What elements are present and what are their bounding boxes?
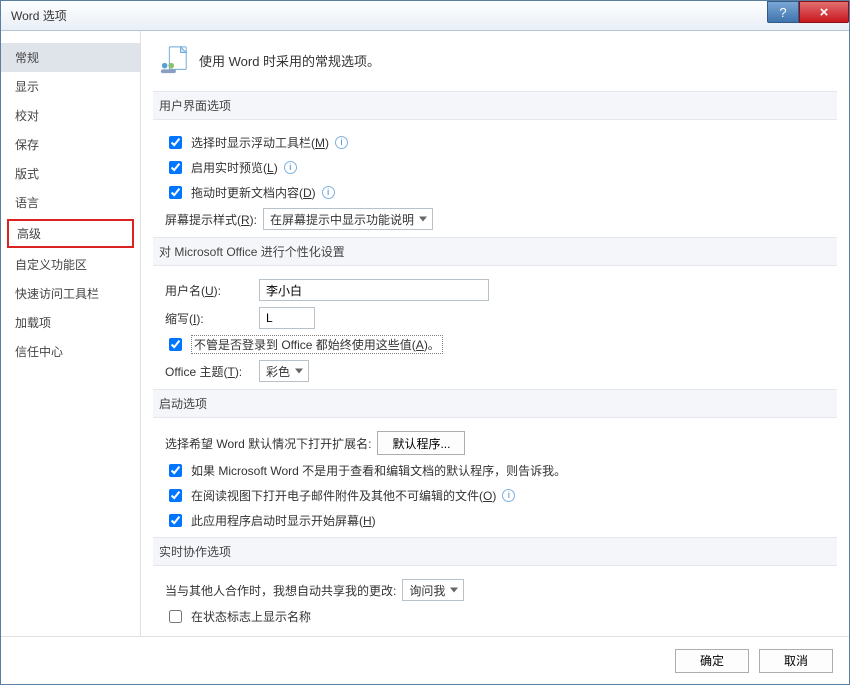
sidebar-item-trust-center[interactable]: 信任中心 (1, 337, 140, 366)
sidebar-item-proofing[interactable]: 校对 (1, 101, 140, 130)
sidebar-item-general[interactable]: 常规 (1, 43, 140, 72)
button-default-programs[interactable]: 默认程序... (377, 431, 465, 455)
dialog-footer: 确定 取消 (1, 636, 849, 684)
label-show-start: 此应用程序启动时显示开始屏幕(H) (191, 512, 376, 529)
main-panel: 使用 Word 时采用的常规选项。 用户界面选项 选择时显示浮动工具栏(M) i… (141, 31, 849, 636)
label-screentip-style: 屏幕提示样式(R): (165, 211, 257, 228)
dialog-body: 常规 显示 校对 保存 版式 语言 高级 自定义功能区 快速访问工具栏 加载项 … (1, 31, 849, 636)
combo-office-theme[interactable]: 彩色 (259, 360, 309, 382)
titlebar: Word 选项 ? × (1, 1, 849, 31)
checkbox-open-attachments[interactable] (169, 489, 182, 502)
checkbox-live-preview[interactable] (169, 161, 182, 174)
sidebar-item-save[interactable]: 保存 (1, 130, 140, 159)
close-button[interactable]: × (799, 1, 849, 23)
combo-share-changes[interactable]: 询问我 (402, 579, 464, 601)
sidebar-item-addins[interactable]: 加载项 (1, 308, 140, 337)
opt-show-start-screen: 此应用程序启动时显示开始屏幕(H) (159, 508, 831, 533)
sidebar-item-advanced[interactable]: 高级 (7, 219, 134, 248)
cancel-button[interactable]: 取消 (759, 649, 833, 673)
sidebar-item-display[interactable]: 显示 (1, 72, 140, 101)
panel-header: 使用 Word 时采用的常规选项。 (159, 41, 831, 87)
ok-button[interactable]: 确定 (675, 649, 749, 673)
checkbox-mini-toolbar[interactable] (169, 136, 182, 149)
field-default-extensions: 选择希望 Word 默认情况下打开扩展名: 默认程序... (159, 428, 831, 458)
sidebar-item-language[interactable]: 语言 (1, 188, 140, 217)
section-collab-title: 实时协作选项 (153, 537, 837, 566)
section-personalize-title: 对 Microsoft Office 进行个性化设置 (153, 237, 837, 266)
opt-open-attachments: 在阅读视图下打开电子邮件附件及其他不可编辑的文件(O) i (159, 483, 831, 508)
field-initials: 缩写(I): (159, 304, 831, 332)
opt-tell-default: 如果 Microsoft Word 不是用于查看和编辑文档的默认程序，则告诉我。 (159, 458, 831, 483)
options-dialog: Word 选项 ? × 常规 显示 校对 保存 版式 语言 高级 自定义功能区 … (0, 0, 850, 685)
checkbox-show-names[interactable] (169, 610, 182, 623)
field-username: 用户名(U): (159, 276, 831, 304)
opt-screentip-style: 屏幕提示样式(R): 在屏幕提示中显示功能说明 (159, 205, 831, 233)
label-username: 用户名(U): (165, 282, 253, 299)
info-icon[interactable]: i (284, 161, 297, 174)
label-mini-toolbar: 选择时显示浮动工具栏(M) (191, 134, 329, 151)
label-office-theme: Office 主题(T): (165, 363, 253, 380)
info-icon[interactable]: i (322, 186, 335, 199)
window-controls: ? × (767, 1, 849, 23)
info-icon[interactable]: i (502, 489, 515, 502)
label-default-ext: 选择希望 Word 默认情况下打开扩展名: (165, 435, 371, 452)
opt-show-names: 在状态标志上显示名称 (159, 604, 831, 629)
label-live-preview: 启用实时预览(L) (191, 159, 278, 176)
sidebar-item-layout[interactable]: 版式 (1, 159, 140, 188)
opt-update-on-drag: 拖动时更新文档内容(D) i (159, 180, 831, 205)
section-startup-title: 启动选项 (153, 389, 837, 418)
sidebar-item-customize-ribbon[interactable]: 自定义功能区 (1, 250, 140, 279)
input-initials[interactable] (259, 307, 315, 329)
checkbox-update-on-drag[interactable] (169, 186, 182, 199)
input-username[interactable] (259, 279, 489, 301)
label-update-on-drag: 拖动时更新文档内容(D) (191, 184, 316, 201)
general-options-icon (159, 45, 189, 75)
field-office-theme: Office 主题(T): 彩色 (159, 357, 831, 385)
label-share-changes: 当与其他人合作时，我想自动共享我的更改: (165, 582, 396, 599)
label-always-use: 不管是否登录到 Office 都始终使用这些值(A)。 (191, 335, 443, 354)
label-tell-default: 如果 Microsoft Word 不是用于查看和编辑文档的默认程序，则告诉我。 (191, 462, 566, 479)
field-share-changes: 当与其他人合作时，我想自动共享我的更改: 询问我 (159, 576, 831, 604)
checkbox-always-use[interactable] (169, 338, 182, 351)
checkbox-show-start[interactable] (169, 514, 182, 527)
help-button[interactable]: ? (767, 1, 799, 23)
opt-live-preview: 启用实时预览(L) i (159, 155, 831, 180)
opt-always-use-values: 不管是否登录到 Office 都始终使用这些值(A)。 (159, 332, 831, 357)
section-ui-title: 用户界面选项 (153, 91, 837, 120)
label-initials: 缩写(I): (165, 310, 253, 327)
opt-mini-toolbar: 选择时显示浮动工具栏(M) i (159, 130, 831, 155)
combo-screentip-style[interactable]: 在屏幕提示中显示功能说明 (263, 208, 433, 230)
label-show-names: 在状态标志上显示名称 (191, 608, 311, 625)
info-icon[interactable]: i (335, 136, 348, 149)
label-open-attachments: 在阅读视图下打开电子邮件附件及其他不可编辑的文件(O) (191, 487, 496, 504)
window-title: Word 选项 (11, 7, 67, 24)
sidebar: 常规 显示 校对 保存 版式 语言 高级 自定义功能区 快速访问工具栏 加载项 … (1, 31, 141, 636)
sidebar-item-qat[interactable]: 快速访问工具栏 (1, 279, 140, 308)
checkbox-tell-default[interactable] (169, 464, 182, 477)
panel-title: 使用 Word 时采用的常规选项。 (199, 51, 380, 70)
